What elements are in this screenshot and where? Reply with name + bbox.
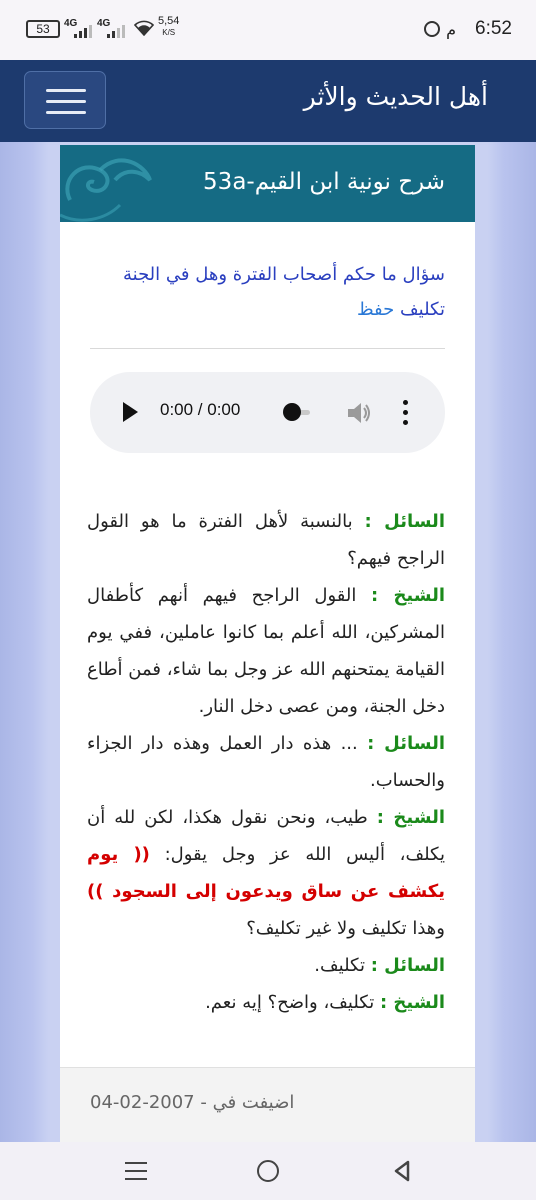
site-brand[interactable]: أهل الحديث والأثر — [304, 82, 488, 111]
dialog-line: الشيخ : القول الراجح فيهم أنهم كأطفال ال… — [87, 577, 445, 725]
speaker-label: السائل : — [367, 733, 446, 754]
dialog-text: تكليف، واضح؟ إيه نعم. — [205, 992, 380, 1013]
play-icon[interactable] — [123, 402, 138, 422]
speaker-label: الشيخ : — [371, 585, 446, 606]
lesson-title: شرح نونية ابن القيم-53a — [203, 169, 445, 195]
added-date: اضيفت في - 2007-02-04 — [90, 1092, 294, 1113]
speaker-label: السائل : — [364, 511, 445, 532]
messenger-icon — [424, 21, 440, 37]
speed-unit: K/S — [162, 28, 176, 37]
speed-value: 5,54 — [158, 15, 180, 27]
network-speed: 5,54 K/S — [158, 16, 179, 38]
more-options-icon[interactable] — [403, 400, 409, 426]
wifi-icon — [134, 20, 154, 36]
signal-icon-1 — [74, 24, 92, 38]
lesson-card: شرح نونية ابن القيم-53a سؤال ما حكم أصحا… — [60, 145, 475, 1145]
dialog-line: الشيخ : تكليف، واضح؟ إيه نعم. — [87, 984, 445, 1021]
divider — [90, 348, 445, 349]
volume-icon[interactable] — [346, 401, 372, 425]
card-footer: اضيفت في - 2007-02-04 — [60, 1067, 475, 1145]
dialog-text: تكليف. — [314, 955, 371, 976]
dialog-line: السائل : ... هذه دار العمل وهذه دار الجز… — [87, 725, 445, 799]
added-label: اضيفت في - — [194, 1092, 295, 1113]
dialog-transcript: السائل : بالنسبة لأهل الفترة ما هو القول… — [87, 503, 445, 1021]
back-icon[interactable] — [393, 1159, 411, 1183]
menu-toggle-button[interactable] — [24, 71, 106, 129]
signal-icon-2 — [107, 24, 125, 38]
audio-player: 0:00 / 0:00 — [90, 372, 445, 453]
status-bar: 53 4G 4G 5,54 K/S م 6:52 — [0, 0, 536, 60]
dialog-text-after: وهذا تكليف ولا غير تكليف؟ — [246, 918, 445, 939]
added-date-value: 2007-02-04 — [90, 1092, 195, 1113]
battery-level: 53 — [36, 22, 50, 36]
system-nav-bar — [0, 1142, 536, 1200]
battery-icon: 53 — [26, 20, 60, 38]
hamburger-icon — [46, 89, 86, 92]
ornament-icon — [60, 158, 152, 222]
audio-progress-knob[interactable] — [283, 403, 301, 421]
clock: 6:52 — [475, 18, 512, 39]
dialog-line: السائل : بالنسبة لأهل الفترة ما هو القول… — [87, 503, 445, 577]
recent-apps-icon[interactable] — [125, 1161, 147, 1181]
home-icon[interactable] — [257, 1160, 279, 1182]
question-link[interactable]: سؤال ما حكم أصحاب الفترة وهل في الجنة تك… — [123, 264, 445, 320]
site-navbar: أهل الحديث والأثر — [0, 60, 536, 142]
dialog-line: الشيخ : طيب، ونحن نقول هكذا، لكن لله أن … — [87, 799, 445, 947]
speaker-label: الشيخ : — [376, 807, 446, 828]
speaker-label: السائل : — [370, 955, 445, 976]
audio-time: 0:00 / 0:00 — [160, 400, 241, 419]
speaker-label: الشيخ : — [379, 992, 445, 1013]
dialog-line: السائل : تكليف. — [87, 947, 445, 984]
save-link[interactable]: حفظ — [357, 299, 394, 320]
question-text: سؤال ما حكم أصحاب الفترة وهل في الجنة تك… — [90, 257, 445, 327]
am-pm-label: م — [446, 20, 456, 39]
card-header: شرح نونية ابن القيم-53a — [60, 145, 475, 222]
